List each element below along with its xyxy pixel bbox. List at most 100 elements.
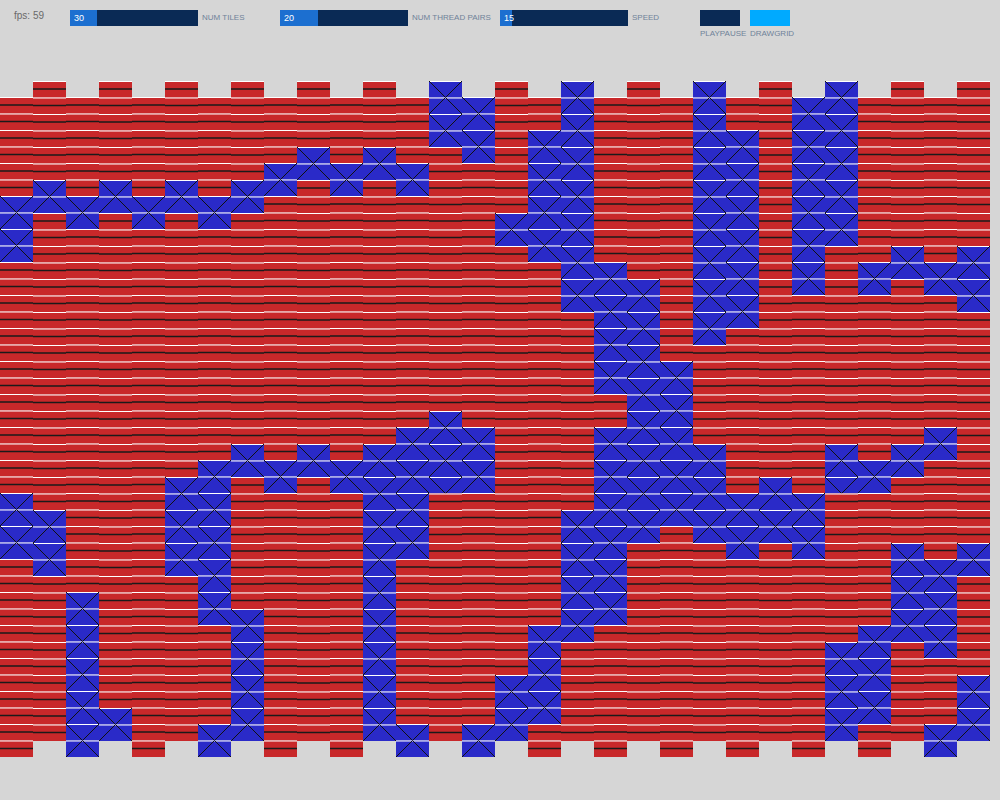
tile-cell (0, 526, 33, 543)
tile-cell (198, 196, 231, 213)
tile-cell (957, 213, 990, 230)
tile-cell (264, 609, 297, 626)
tile-cell (99, 345, 132, 362)
slider-track[interactable]: 15 (500, 10, 628, 26)
tile-cell (891, 560, 924, 577)
tile-cell (231, 593, 264, 610)
tile-cell (660, 361, 693, 378)
tile-cell (693, 312, 726, 329)
tile-cell (792, 460, 825, 477)
tile-cell (627, 114, 660, 131)
toggle-button[interactable] (700, 10, 740, 26)
slider-track[interactable]: 30 (70, 10, 198, 26)
tile-column (297, 81, 330, 741)
tile-cell (165, 164, 198, 181)
tile-cell (792, 229, 825, 246)
tile-cell (825, 263, 858, 280)
tile-cell (726, 675, 759, 692)
tile-cell (264, 741, 297, 758)
tile-cell (99, 180, 132, 197)
tile-cell (429, 329, 462, 346)
tile-cell (297, 279, 330, 296)
tile-cell (198, 130, 231, 147)
tile-cell (759, 675, 792, 692)
tile-cell (264, 559, 297, 576)
tile-cell (891, 197, 924, 214)
tile-cell (891, 180, 924, 197)
tile-cell (924, 559, 957, 576)
tile-cell (891, 213, 924, 230)
tile-cell (528, 328, 561, 345)
tile-cell (528, 295, 561, 312)
tile-cell (429, 444, 462, 461)
tile-cell (132, 477, 165, 494)
tile-cell (693, 263, 726, 280)
tile-cell (924, 246, 957, 263)
tile-cell (561, 312, 594, 329)
tile-cell (198, 609, 231, 626)
tile-cell (858, 312, 891, 329)
tile-cell (528, 345, 561, 362)
tile-cell (99, 626, 132, 643)
tile-cell (297, 560, 330, 577)
tile-cell (891, 725, 924, 742)
tile-cell (825, 312, 858, 329)
tile-cell (99, 725, 132, 742)
tile-cell (693, 98, 726, 115)
tile-cell (330, 625, 363, 642)
tile-cell (957, 692, 990, 709)
tile-cell (495, 461, 528, 478)
tile-cell (132, 559, 165, 576)
tile-cell (264, 658, 297, 675)
tile-cell (528, 675, 561, 692)
tile-cell (594, 708, 627, 725)
tile-cell (858, 411, 891, 428)
tile-cell (957, 114, 990, 131)
tile-cell (231, 444, 264, 461)
tile-cell (33, 197, 66, 214)
tile-cell (99, 477, 132, 494)
tile-cell (726, 708, 759, 725)
slider-track[interactable]: 20 (280, 10, 408, 26)
tile-cell (594, 510, 627, 527)
tile-cell (396, 460, 429, 477)
tile-cell (363, 230, 396, 247)
tile-cell (858, 625, 891, 642)
tile-cell (891, 395, 924, 412)
tile-cell (33, 444, 66, 461)
tile-cell (759, 164, 792, 181)
tile-cell (924, 394, 957, 411)
tile-cell (528, 658, 561, 675)
tile-cell (264, 576, 297, 593)
tile-cell (891, 164, 924, 181)
tile-cell (198, 559, 231, 576)
tile-cell (66, 229, 99, 246)
tile-cell (825, 296, 858, 313)
tile-cell (132, 526, 165, 543)
tile-cell (264, 708, 297, 725)
tile-cell (429, 246, 462, 263)
tile-cell (957, 378, 990, 395)
tile-cell (759, 197, 792, 214)
tile-cell (66, 741, 99, 758)
tile-cell (528, 493, 561, 510)
tile-cell (396, 642, 429, 659)
tile-cell (33, 147, 66, 164)
tile-cell (561, 444, 594, 461)
tile-cell (396, 477, 429, 494)
tile-cell (99, 428, 132, 445)
tile-cell (594, 262, 627, 279)
tile-cell (99, 263, 132, 280)
tile-cell (462, 196, 495, 213)
tile-column (693, 81, 726, 741)
tile-cell (363, 378, 396, 395)
tile-cell (561, 510, 594, 527)
tile-cell (0, 114, 33, 131)
toggle-button[interactable] (750, 10, 790, 26)
tile-cell (429, 213, 462, 230)
tile-cell (594, 345, 627, 362)
tile-cell (66, 246, 99, 263)
tile-column (429, 81, 462, 741)
tile-cell (462, 460, 495, 477)
tile-cell (759, 461, 792, 478)
